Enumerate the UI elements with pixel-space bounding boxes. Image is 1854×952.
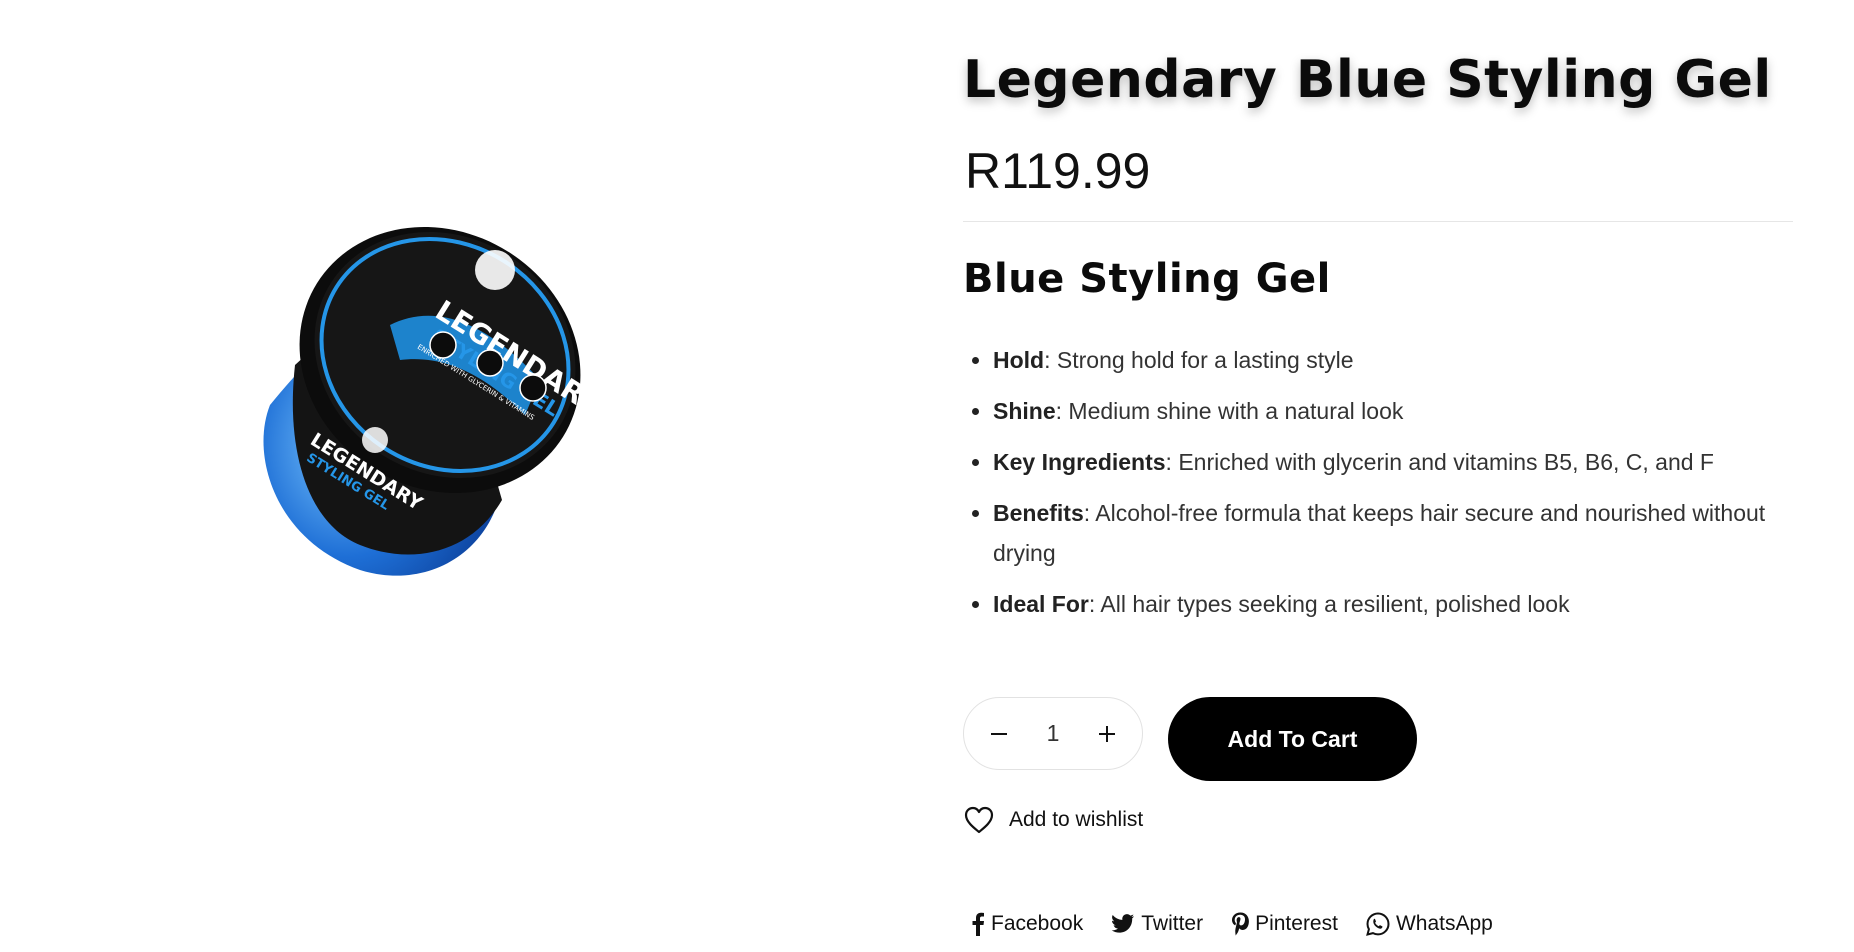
product-price: R119.99	[965, 143, 1151, 199]
add-to-wishlist-link[interactable]: Add to wishlist	[963, 805, 1143, 835]
share-whatsapp-link[interactable]: WhatsApp	[1366, 912, 1493, 936]
feature-item-ingredients: Key Ingredients: Enriched with glycerin …	[963, 442, 1793, 482]
gel-jar-image: LEGENDARY STYLING GEL ENRICHED WITH GLYC…	[263, 227, 607, 576]
divider	[963, 221, 1793, 222]
feature-item-ideal-for: Ideal For: All hair types seeking a resi…	[963, 584, 1793, 624]
pinterest-label: Pinterest	[1255, 912, 1338, 935]
share-twitter-link[interactable]: Twitter	[1111, 912, 1203, 936]
decrease-quantity-button[interactable]	[982, 717, 1016, 751]
shine-badge-icon	[429, 331, 457, 359]
feature-item-benefits: Benefits: Alcohol-free formula that keep…	[963, 493, 1793, 573]
hold-badge-icon	[519, 374, 547, 402]
facebook-label: Facebook	[991, 912, 1084, 935]
twitter-label: Twitter	[1141, 912, 1204, 935]
wishlist-label: Add to wishlist	[1009, 808, 1144, 831]
add-to-cart-button[interactable]: Add To Cart	[1168, 697, 1417, 781]
pinterest-icon	[1232, 912, 1249, 936]
facebook-icon	[972, 912, 984, 936]
twitter-icon	[1111, 914, 1135, 933]
quantity-value[interactable]: 1	[1047, 720, 1060, 747]
product-image[interactable]: LEGENDARY STYLING GEL ENRICHED WITH GLYC…	[240, 195, 680, 595]
product-subtitle: Blue Styling Gel	[963, 256, 1331, 302]
quantity-stepper: 1	[963, 697, 1143, 770]
minus-icon	[991, 732, 1007, 735]
whatsapp-icon	[1366, 912, 1390, 936]
product-title: Legendary Blue Styling Gel	[963, 50, 1772, 110]
increase-quantity-button[interactable]	[1090, 717, 1124, 751]
feature-item-shine: Shine: Medium shine with a natural look	[963, 391, 1793, 431]
alcohol-free-badge-icon	[476, 349, 504, 377]
feature-item-hold: Hold: Strong hold for a lasting style	[963, 340, 1793, 380]
share-pinterest-link[interactable]: Pinterest	[1231, 912, 1338, 936]
share-facebook-link[interactable]: Facebook	[971, 912, 1083, 936]
side-crest-icon	[362, 427, 388, 453]
crest-icon	[475, 250, 515, 290]
feature-list: Hold: Strong hold for a lasting style Sh…	[963, 340, 1793, 635]
whatsapp-label: WhatsApp	[1395, 912, 1493, 935]
heart-icon	[964, 806, 994, 834]
plus-icon	[1098, 725, 1115, 742]
share-links: Facebook Twitter Pinterest WhatsApp	[971, 912, 1493, 936]
